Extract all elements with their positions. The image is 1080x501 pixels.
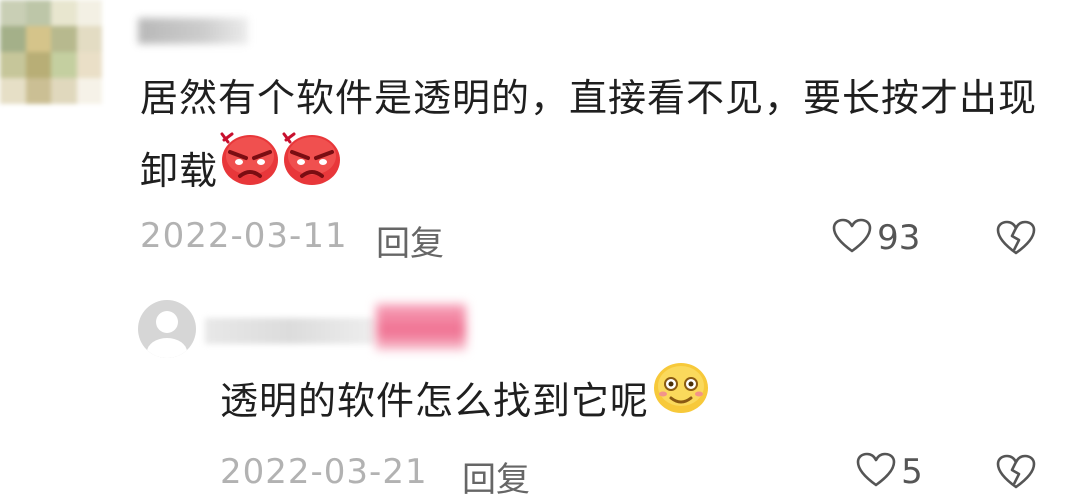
blurred-username-badge[interactable] [376,304,466,350]
like-count: 93 [877,218,921,258]
like-button[interactable]: 5 [856,452,923,492]
like-count: 5 [901,452,923,492]
blurred-username[interactable] [205,318,375,344]
broken-heart-icon [996,454,1036,494]
heart-icon [832,218,872,258]
heart-icon [856,452,896,492]
comment-body: 透明的软件怎么找到它呢 [220,379,650,423]
default-avatar[interactable] [138,300,196,358]
comment-text: 透明的软件怎么找到它呢 [220,363,820,443]
comment-date: 2022-03-11 [140,216,348,256]
smile-face-icon [651,360,711,439]
blurred-avatar[interactable] [0,0,128,104]
reply-button[interactable]: 回复 [376,216,444,265]
reply-button[interactable]: 回复 [462,452,530,501]
dislike-button[interactable] [996,454,1036,494]
like-button[interactable]: 93 [832,218,920,258]
broken-heart-icon [996,220,1036,260]
user-silhouette-icon [147,311,187,358]
blurred-username[interactable] [138,18,248,44]
angry-face-icon [282,130,342,209]
comment-date: 2022-03-21 [220,452,428,492]
angry-face-icon [220,130,280,209]
dislike-button[interactable] [996,220,1036,260]
comment-text: 居然有个软件是透明的，直接看不见，要长按才出现卸载 [140,62,1060,213]
